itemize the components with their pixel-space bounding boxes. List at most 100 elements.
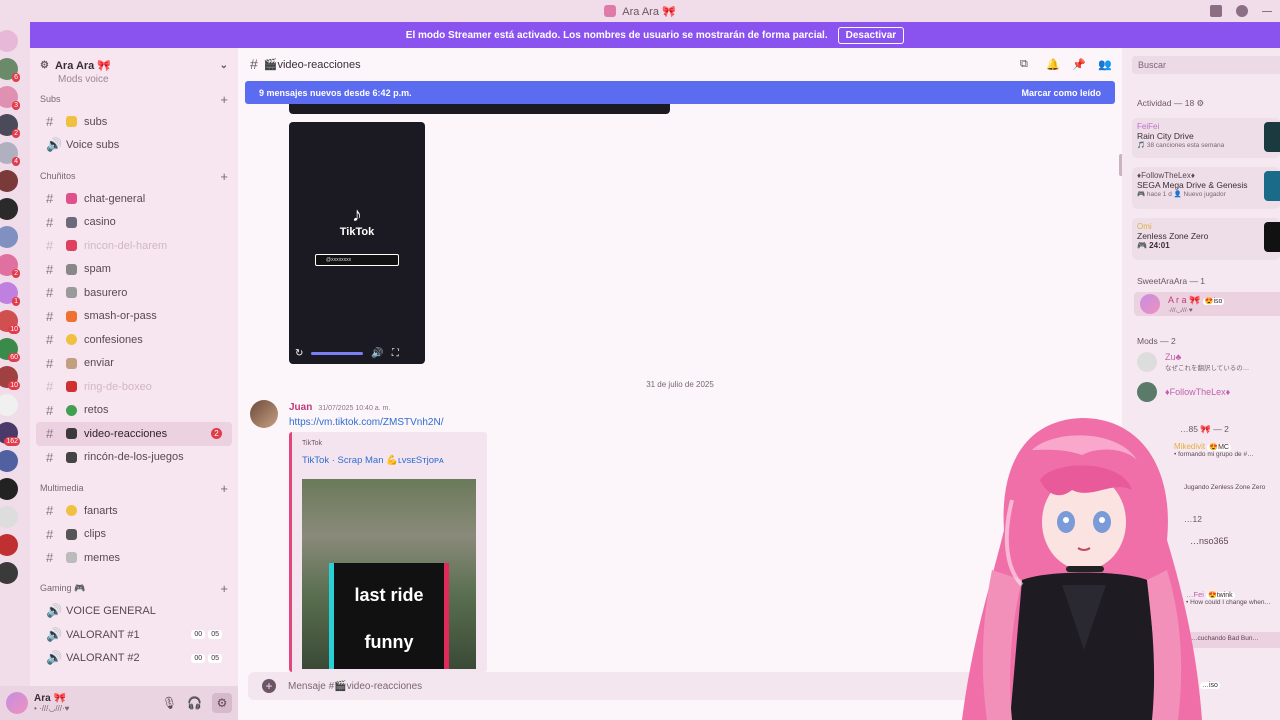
pin-icon[interactable]: 📌 <box>1072 58 1086 71</box>
user-count: 00 <box>191 630 206 640</box>
channel-video-reacciones[interactable]: # video-reacciones 2 <box>36 422 232 446</box>
progress-bar[interactable] <box>311 351 364 355</box>
mark-read-button[interactable]: Marcar como leído <box>1021 88 1101 98</box>
microphone-icon[interactable]: 🎙 <box>162 696 177 710</box>
headphones-icon[interactable]: 🎧 <box>187 696 202 710</box>
channel-label: confesiones <box>84 333 143 346</box>
channel-casino[interactable]: # casino <box>36 211 232 235</box>
channel-voice-subs[interactable]: 🔊 Voice subs <box>36 134 232 158</box>
minimize-icon[interactable] <box>1262 10 1272 12</box>
channel-valorant-2[interactable]: 🔊 VALORANT #2 00 05 <box>36 647 232 671</box>
chevron-down-icon[interactable]: ⌄ <box>220 60 228 71</box>
server-icon[interactable] <box>0 30 18 52</box>
tiktok-brand-text: TikTok <box>339 226 375 238</box>
server-icon[interactable]: 2 <box>0 254 20 278</box>
add-attachment-icon[interactable]: + <box>262 679 276 693</box>
category-subs[interactable]: Subs + <box>30 88 238 110</box>
fullscreen-icon[interactable]: ⛶ <box>392 348 399 359</box>
server-icon[interactable]: 1 <box>0 282 20 306</box>
channel-confesiones[interactable]: # confesiones <box>36 328 232 352</box>
channel-label: casino <box>84 216 116 229</box>
bell-icon[interactable]: 🔔 <box>1046 58 1060 71</box>
server-name: Ara Ara 🎀 <box>54 59 112 72</box>
message-link[interactable]: https://vm.tiktok.com/ZMSTVnh2N/ <box>289 417 443 428</box>
add-channel-icon[interactable]: + <box>220 92 228 107</box>
tiktok-note-icon: ♪ <box>352 204 362 226</box>
server-icon[interactable] <box>0 506 18 528</box>
hash-icon: # <box>46 355 54 371</box>
server-icon[interactable]: 60 <box>0 338 20 362</box>
disable-streamer-button[interactable]: Desactivar <box>837 26 905 44</box>
server-icon[interactable]: 6 <box>0 58 20 82</box>
category-multimedia[interactable]: Multimedia + <box>30 477 238 499</box>
message-timestamp: 31/07/2025 10:40 a. m. <box>318 405 391 412</box>
channel-spam[interactable]: # spam <box>36 258 232 282</box>
hash-icon: # <box>46 550 54 566</box>
embed-title[interactable]: TikTok · Scrap Man 💪ʟᴠsᴇSᴛjᴏᴘᴀ <box>302 455 444 466</box>
add-channel-icon[interactable]: + <box>220 481 228 496</box>
composer-placeholder[interactable]: Mensaje #🎬video-reacciones <box>288 681 422 692</box>
channel-basurero[interactable]: # basurero <box>36 281 232 305</box>
channel-smash-or-pass[interactable]: # smash-or-pass <box>36 305 232 329</box>
replay-icon[interactable]: ↻ <box>295 348 303 359</box>
server-icon[interactable] <box>0 170 18 192</box>
server-icon[interactable] <box>0 394 18 416</box>
server-icon[interactable] <box>0 534 18 556</box>
avatar[interactable] <box>6 692 28 714</box>
channel-retos[interactable]: # retos <box>36 399 232 423</box>
server-icon[interactable]: 2 <box>0 114 20 138</box>
search-input[interactable]: Buscar <box>1132 56 1280 74</box>
gear-icon[interactable]: ⚙ <box>212 693 232 713</box>
channel-memes[interactable]: # memes <box>36 546 232 570</box>
avatar <box>1140 294 1160 314</box>
activity-card[interactable]: FeiFei Rain City Drive 🎵 38 canciones es… <box>1132 118 1280 158</box>
tiktok-video-player[interactable]: ♪ TikTok @xxxxxxxx ↻ 🔊 ⛶ <box>289 122 425 364</box>
activity-card[interactable]: ♦FollowTheLex♦ SEGA Mega Drive & Genesis… <box>1132 167 1280 209</box>
category-gaming[interactable]: Gaming 🎮 + <box>30 578 238 600</box>
volume-icon[interactable]: 🔊 <box>371 348 383 359</box>
member-item[interactable]: Zu♣ なぜこれを翻訳しているの… <box>1137 352 1249 372</box>
add-channel-icon[interactable]: + <box>220 169 228 184</box>
avatar[interactable] <box>250 400 278 428</box>
channel-valorant-1[interactable]: 🔊 VALORANT #1 00 05 <box>36 623 232 647</box>
channel-chat-general[interactable]: # chat-general <box>36 187 232 211</box>
server-icon[interactable]: 10 <box>0 366 20 390</box>
new-messages-text: 9 mensajes nuevos desde 6:42 p.m. <box>259 87 412 98</box>
channel-rincon-del-harem[interactable]: # rincon-del-harem <box>36 234 232 258</box>
tiktok-handle-box: @xxxxxxxx <box>315 254 399 266</box>
category-chunitos[interactable]: Chuñitos + <box>30 165 238 187</box>
hash-icon: # <box>250 56 258 72</box>
server-icon[interactable] <box>0 226 18 248</box>
channel-ring-de-boxeo[interactable]: # ring-de-boxeo <box>36 375 232 399</box>
embed-thumbnail[interactable]: last ride funny <box>302 479 476 669</box>
channel-enviar[interactable]: # enviar <box>36 352 232 376</box>
unread-badge: 2 <box>211 428 222 440</box>
add-channel-icon[interactable]: + <box>220 581 228 596</box>
channel-cut-item[interactable]: Mods voice <box>58 74 109 85</box>
server-icon[interactable]: 3 <box>0 86 20 110</box>
server-icon[interactable] <box>0 562 18 584</box>
inbox-icon[interactable] <box>1210 5 1222 17</box>
new-messages-bar[interactable]: 9 mensajes nuevos desde 6:42 p.m. Marcar… <box>245 81 1115 104</box>
channel-subs[interactable]: # subs <box>36 110 232 134</box>
server-icon[interactable]: 10 <box>0 310 20 334</box>
channel-voice-general[interactable]: 🔊 VOICE GENERAL <box>36 600 232 624</box>
member-item[interactable]: ♦FollowTheLex♦ <box>1137 382 1230 402</box>
member-item[interactable]: A r a 🎀 😍iso ·///◡///·♥ <box>1134 292 1280 316</box>
channel-clips[interactable]: # clips <box>36 523 232 547</box>
server-icon[interactable] <box>0 198 18 220</box>
help-icon[interactable] <box>1236 5 1248 17</box>
server-icon[interactable] <box>0 450 18 472</box>
message-author[interactable]: Juan <box>289 402 312 413</box>
channel-fanarts[interactable]: # fanarts <box>36 499 232 523</box>
members-icon[interactable]: 👥 <box>1098 58 1112 71</box>
server-icon[interactable]: 162 <box>0 422 20 446</box>
channel-rincon-de-los-juegos[interactable]: # rincón-de-los-juegos <box>36 446 232 470</box>
member-tag: 😍iso <box>1202 297 1225 305</box>
server-icon[interactable]: 4 <box>0 142 20 166</box>
activity-card[interactable]: Omi Zenless Zone Zero 🎮 24:01 <box>1132 218 1280 260</box>
threads-icon[interactable]: ⧉ <box>1020 58 1032 70</box>
speaker-icon: 🔊 <box>46 650 63 666</box>
server-icon[interactable] <box>0 478 18 500</box>
date-divider: 31 de julio de 2025 <box>646 380 714 389</box>
